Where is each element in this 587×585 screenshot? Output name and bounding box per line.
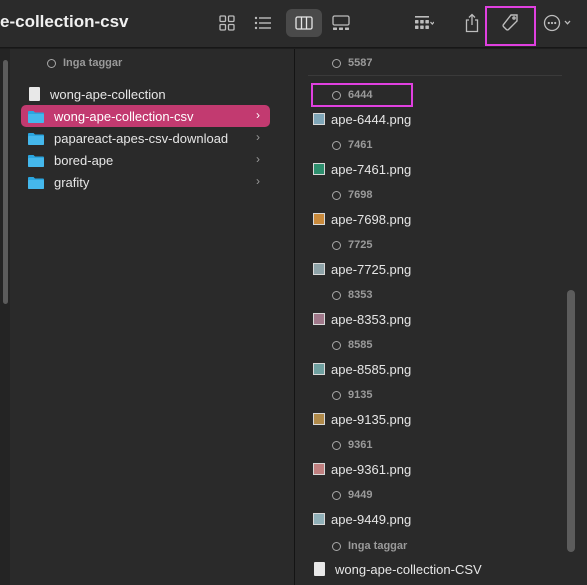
document-icon [314,562,325,576]
right-scrollbar[interactable] [567,290,575,552]
list-view-icon[interactable] [250,9,276,37]
list-item-wong-ape-collection-csv-doc[interactable]: wong-ape-collection-CSV [314,561,482,577]
tag-header-label: 5587 [348,57,373,69]
tag-6444-highlight [311,83,413,107]
tag-circle-icon [332,190,341,200]
tag-header-label: Inga taggar [63,57,123,69]
file-label: ape-8353.png [331,311,412,327]
file-label: wong-ape-collection-CSV [335,561,482,577]
column-view-icon[interactable] [286,9,322,37]
tag-header-label: 9361 [348,439,373,451]
tag-header: 8585 [332,338,372,352]
image-thumbnail-icon [313,163,325,175]
file-label: ape-7461.png [331,161,412,177]
list-item-grafity[interactable]: grafity [28,174,89,190]
tag-circle-icon [332,440,341,450]
tag-button-highlight [485,6,536,46]
list-item-file[interactable]: ape-6444.png [313,111,411,127]
list-item-file[interactable]: ape-8353.png [313,311,411,327]
image-thumbnail-icon [313,263,325,275]
image-thumbnail-icon [313,463,325,475]
list-item-wong-ape-collection-csv[interactable]: wong-ape-collection-csv [28,108,193,124]
list-item-file[interactable]: ape-9135.png [313,411,411,427]
folder-icon [28,132,44,145]
list-item-file[interactable]: ape-8585.png [313,361,411,377]
list-item-file[interactable]: ape-7725.png [313,261,411,277]
tag-header: Inga taggar [332,539,407,553]
document-icon [29,87,40,101]
image-thumbnail-icon [313,113,325,125]
folder-icon [28,176,44,189]
image-thumbnail-icon [313,363,325,375]
file-label: ape-9135.png [331,411,412,427]
tag-header: 7461 [332,138,372,152]
file-label: ape-9361.png [331,461,412,477]
tag-header: 9361 [332,438,372,452]
list-item-file[interactable]: ape-9361.png [313,461,411,477]
toolbar: e-collection-csv [0,0,587,48]
tag-header-label: 8353 [348,289,373,301]
item-label: wong-ape-collection [50,86,166,102]
tag-header-label: 7698 [348,189,373,201]
tag-circle-icon [332,541,341,551]
tag-circle-icon [332,140,341,150]
item-label: papareact-apes-csv-download [54,130,229,146]
group-icon[interactable] [404,9,444,37]
item-label: bored-ape [54,152,114,168]
tag-header: 9135 [332,388,372,402]
share-icon[interactable] [460,9,484,37]
tag-header-label: Inga taggar [348,540,408,552]
list-item-wong-ape-collection[interactable]: wong-ape-collection [26,86,166,102]
chevron-right-icon: › [256,174,260,188]
window-title: e-collection-csv [0,12,129,31]
list-item-bored-ape[interactable]: bored-ape [28,152,113,168]
item-label: wong-ape-collection-csv [54,108,194,124]
list-item-papareact-apes-csv-download[interactable]: papareact-apes-csv-download [28,130,228,146]
folder-icon [28,154,44,167]
item-label: grafity [54,174,90,190]
tag-circle-icon [332,58,341,68]
tag-header: 7725 [332,238,372,252]
image-thumbnail-icon [313,213,325,225]
tag-header: 9449 [332,488,372,502]
tag-header: 5587 [332,56,372,70]
tag-circle-icon [332,340,341,350]
file-label: ape-9449.png [331,511,412,527]
file-label: ape-8585.png [331,361,412,377]
tag-header: 7698 [332,188,372,202]
chevron-right-icon: › [256,108,260,122]
image-thumbnail-icon [313,513,325,525]
tag-header-label: 8585 [348,339,373,351]
list-item-file[interactable]: ape-9449.png [313,511,411,527]
tag-circle-icon [332,240,341,250]
chevron-right-icon: › [256,130,260,144]
file-label: ape-6444.png [331,111,412,127]
tag-circle-icon [332,290,341,300]
tag-header-label: 7725 [348,239,373,251]
image-thumbnail-icon [313,413,325,425]
group-separator [308,75,562,76]
left-scrollbar[interactable] [3,60,8,304]
tag-circle-icon [332,490,341,500]
tag-header: Inga taggar [47,56,122,70]
icon-view-icon[interactable] [214,9,240,37]
tag-header-label: 9135 [348,389,373,401]
file-label: ape-7698.png [331,211,412,227]
list-item-file[interactable]: ape-7461.png [313,161,411,177]
folder-icon [28,110,44,123]
tag-header: 8353 [332,288,372,302]
tag-circle-icon [332,390,341,400]
more-icon[interactable] [540,9,576,37]
tag-circle-icon [47,58,56,68]
file-label: ape-7725.png [331,261,412,277]
chevron-right-icon: › [256,152,260,166]
gallery-view-icon[interactable] [328,9,354,37]
image-thumbnail-icon [313,313,325,325]
tag-header-label: 9449 [348,489,373,501]
tag-header-label: 7461 [348,139,373,151]
list-item-file[interactable]: ape-7698.png [313,211,411,227]
